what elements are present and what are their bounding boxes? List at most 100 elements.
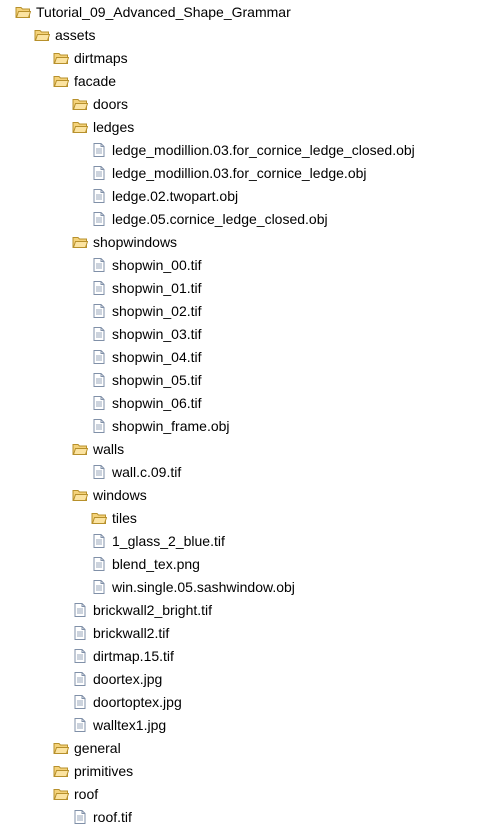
file-icon — [91, 165, 107, 181]
folder-open-icon — [91, 510, 107, 526]
tree-folder-item[interactable]: dirtmaps — [53, 47, 128, 70]
folder-open-icon — [72, 96, 88, 112]
tree-item-label: ledge_modillion.03.for_cornice_ledge.obj — [112, 165, 367, 181]
tree-file-item[interactable]: ledge_modillion.03.for_cornice_ledge.obj — [91, 162, 367, 185]
file-icon — [72, 809, 88, 825]
folder-open-icon — [72, 234, 88, 250]
tree-folder-item[interactable]: tiles — [91, 507, 137, 530]
tree-file-item[interactable]: win.single.05.sashwindow.obj — [91, 576, 295, 599]
tree-file-item[interactable]: shopwin_04.tif — [91, 346, 202, 369]
file-icon — [91, 418, 107, 434]
project-tree[interactable]: Tutorial_09_Advanced_Shape_Grammarassets… — [0, 0, 478, 832]
tree-item-label: ledge.02.twopart.obj — [112, 188, 239, 204]
tree-file-item[interactable]: wall.c.09.tif — [91, 461, 181, 484]
file-icon — [91, 326, 107, 342]
tree-file-item[interactable]: shopwin_06.tif — [91, 392, 202, 415]
tree-folder-item[interactable]: roof — [53, 783, 98, 806]
tree-item-label: doortex.jpg — [93, 671, 163, 687]
tree-file-item[interactable]: ledge.05.cornice_ledge_closed.obj — [91, 208, 328, 231]
file-icon — [72, 602, 88, 618]
tree-item-label: windows — [93, 487, 147, 503]
tree-item-label: Tutorial_09_Advanced_Shape_Grammar — [36, 4, 291, 20]
tree-item-label: ledge_modillion.03.for_cornice_ledge_clo… — [112, 142, 415, 158]
tree-folder-item[interactable]: walls — [72, 438, 124, 461]
folder-open-icon — [53, 740, 69, 756]
tree-item-label: brickwall2_bright.tif — [93, 602, 213, 618]
file-icon — [91, 372, 107, 388]
tree-folder-item[interactable]: shopwindows — [72, 231, 177, 254]
tree-item-label: dirtmaps — [74, 50, 128, 66]
tree-file-item[interactable]: shopwin_05.tif — [91, 369, 202, 392]
tree-item-label: doortoptex.jpg — [93, 694, 182, 710]
file-icon — [72, 625, 88, 641]
folder-open-icon — [34, 27, 50, 43]
tree-file-item[interactable]: doortoptex.jpg — [72, 691, 182, 714]
tree-file-item[interactable]: doortex.jpg — [72, 668, 162, 691]
tree-item-label: shopwindows — [93, 234, 178, 250]
tree-file-item[interactable]: dirtmap.15.tif — [72, 645, 174, 668]
folder-open-icon — [53, 786, 69, 802]
tree-folder-item[interactable]: assets — [34, 24, 95, 47]
tree-item-label: general — [74, 740, 121, 756]
tree-item-label: brickwall2.tif — [93, 625, 170, 641]
tree-item-label: doors — [93, 96, 129, 112]
tree-folder-item[interactable]: general — [53, 737, 121, 760]
file-icon — [91, 395, 107, 411]
tree-item-label: roof.tif — [93, 809, 132, 825]
tree-item-label: assets — [55, 27, 96, 43]
tree-item-label: ledges — [93, 119, 135, 135]
tree-file-item[interactable]: brickwall2_bright.tif — [72, 599, 212, 622]
file-icon — [91, 579, 107, 595]
file-icon — [91, 211, 107, 227]
tree-item-label: shopwin_03.tif — [112, 326, 202, 342]
tree-item-label: walltex1.jpg — [93, 717, 167, 733]
tree-folder-item[interactable]: ledges — [72, 116, 134, 139]
tree-folder-item[interactable]: facade — [53, 70, 116, 93]
file-icon — [91, 464, 107, 480]
folder-open-icon — [72, 487, 88, 503]
tree-file-item[interactable]: shopwin_03.tif — [91, 323, 202, 346]
tree-item-label: walls — [93, 441, 125, 457]
tree-item-label: shopwin_00.tif — [112, 257, 202, 273]
tree-file-item[interactable]: roof.tif — [72, 806, 132, 829]
file-icon — [91, 257, 107, 273]
tree-folder-item[interactable]: windows — [72, 484, 147, 507]
tree-item-label: primitives — [74, 763, 134, 779]
tree-file-item[interactable]: ledge_modillion.03.for_cornice_ledge_clo… — [91, 139, 415, 162]
tree-item-label: shopwin_05.tif — [112, 372, 202, 388]
file-icon — [91, 533, 107, 549]
file-icon — [91, 303, 107, 319]
tree-folder-item[interactable]: Tutorial_09_Advanced_Shape_Grammar — [15, 1, 291, 24]
folder-open-icon — [53, 50, 69, 66]
tree-item-label: blend_tex.png — [112, 556, 200, 572]
folder-open-icon — [53, 73, 69, 89]
tree-file-item[interactable]: walltex1.jpg — [72, 714, 166, 737]
tree-folder-item[interactable]: doors — [72, 93, 128, 116]
tree-item-label: shopwin_06.tif — [112, 395, 202, 411]
tree-file-item[interactable]: blend_tex.png — [91, 553, 200, 576]
tree-item-label: ledge.05.cornice_ledge_closed.obj — [112, 211, 328, 227]
tree-folder-item[interactable]: primitives — [53, 760, 133, 783]
tree-file-item[interactable]: brickwall2.tif — [72, 622, 169, 645]
tree-item-label: wall.c.09.tif — [112, 464, 182, 480]
tree-file-item[interactable]: shopwin_frame.obj — [91, 415, 230, 438]
folder-open-icon — [15, 4, 31, 20]
tree-file-item[interactable]: shopwin_02.tif — [91, 300, 202, 323]
tree-item-label: tiles — [112, 510, 137, 526]
tree-file-item[interactable]: ledge.02.twopart.obj — [91, 185, 238, 208]
file-icon — [72, 671, 88, 687]
file-icon — [91, 349, 107, 365]
file-icon — [91, 188, 107, 204]
file-icon — [72, 648, 88, 664]
tree-item-label: shopwin_01.tif — [112, 280, 202, 296]
file-icon — [72, 717, 88, 733]
tree-file-item[interactable]: shopwin_01.tif — [91, 277, 202, 300]
folder-open-icon — [72, 441, 88, 457]
tree-file-item[interactable]: 1_glass_2_blue.tif — [91, 530, 225, 553]
tree-item-label: dirtmap.15.tif — [93, 648, 174, 664]
tree-item-label: shopwin_02.tif — [112, 303, 202, 319]
file-icon — [91, 280, 107, 296]
file-icon — [91, 556, 107, 572]
folder-open-icon — [53, 763, 69, 779]
tree-file-item[interactable]: shopwin_00.tif — [91, 254, 202, 277]
